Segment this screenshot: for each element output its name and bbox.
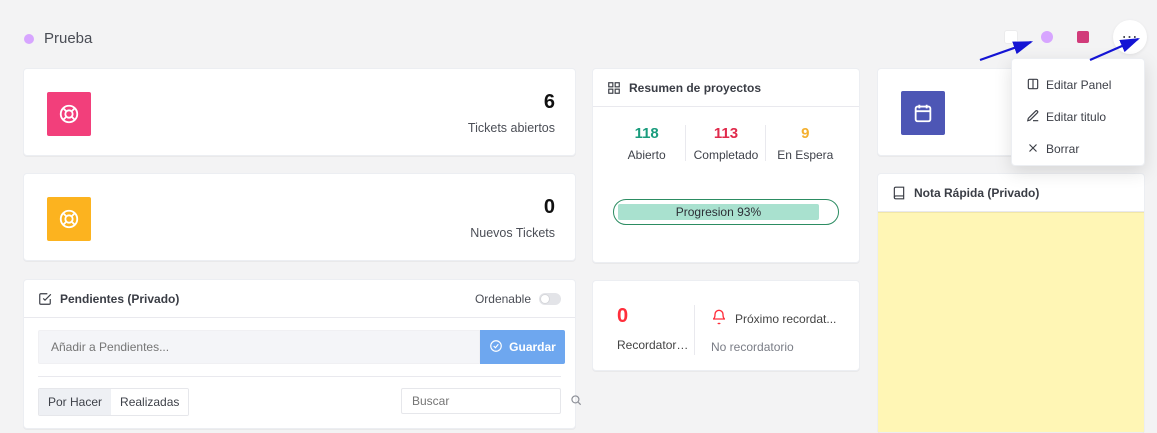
- white-square-button[interactable]: [1005, 31, 1017, 43]
- lifebuoy-icon: [59, 104, 79, 124]
- next-reminder-title: Próximo recordat...: [711, 309, 841, 328]
- stat-label: Tickets abiertos: [467, 121, 555, 135]
- dashboard-title: Prueba: [24, 30, 92, 47]
- metric-on-hold: 9 En Espera: [766, 125, 845, 162]
- metric-completed: 113 Completado: [686, 125, 766, 162]
- metric-value: 9: [801, 125, 810, 142]
- metric-open: 118 Abierto: [607, 125, 687, 162]
- stat-label: Nuevos Tickets: [470, 226, 555, 240]
- menu-item-label: Editar Panel: [1046, 78, 1112, 92]
- bell-icon: [711, 309, 727, 328]
- progress-fill: Progresion 93%: [618, 204, 819, 220]
- menu-item-editar-panel[interactable]: Editar Panel: [1012, 69, 1144, 101]
- sortable-label: Ordenable: [474, 291, 531, 306]
- edit-icon: [1026, 109, 1040, 126]
- pending-card: Pendientes (Privado) Ordenable Guardar P…: [23, 279, 582, 429]
- dashboard-title-text: Prueba: [44, 30, 93, 47]
- pending-input[interactable]: [38, 330, 480, 364]
- reminders-next-block: Próximo recordat... No recordatorio: [711, 309, 841, 354]
- reminders-divider: [694, 305, 695, 355]
- metric-label: En Espera: [777, 148, 834, 162]
- sortable-toggle[interactable]: [539, 292, 561, 305]
- quick-note-card: Nota Rápida (Privado): [877, 173, 1145, 433]
- metric-value: 113: [713, 125, 739, 142]
- calendar-icon-tile: [901, 91, 945, 135]
- menu-item-borrar[interactable]: Borrar: [1012, 133, 1144, 165]
- stat-value: 6: [543, 91, 555, 113]
- pending-search: [401, 388, 582, 414]
- more-icon: ⋯: [1121, 29, 1139, 46]
- grid-icon: [607, 81, 621, 95]
- metric-label: Completado: [693, 148, 759, 162]
- search-icon: [569, 393, 583, 410]
- more-options-button[interactable]: ⋯: [1113, 20, 1147, 54]
- tab-realizadas[interactable]: Realizadas: [111, 389, 189, 415]
- next-reminder-subtitle: No recordatorio: [711, 340, 794, 354]
- progress-label: Progresion 93%: [675, 205, 762, 219]
- pending-header: Pendientes (Privado) Ordenable: [24, 280, 575, 318]
- pending-tabs: Por Hacer Realizadas: [38, 388, 190, 416]
- menu-item-editar-titulo[interactable]: Editar titulo: [1012, 101, 1144, 133]
- reminders-count: 0: [617, 305, 629, 327]
- quick-note-header: Nota Rápida (Privado): [878, 174, 1144, 212]
- progress-bar: Progresion 93%: [613, 199, 839, 225]
- stat-icon-tile: [47, 197, 91, 241]
- save-button[interactable]: Guardar: [480, 330, 565, 364]
- panel-icon: [1026, 77, 1040, 94]
- quick-note-title: Nota Rápida (Privado): [914, 185, 1040, 200]
- stat-value: 0: [543, 196, 555, 218]
- metric-value: 118: [634, 125, 659, 142]
- next-reminder-title-text: Próximo recordat...: [735, 311, 837, 326]
- calendar-icon: [914, 104, 932, 123]
- lifebuoy-icon: [59, 209, 79, 229]
- projects-metrics: 118 Abierto 113 Completado 9 En Espera: [593, 107, 859, 162]
- check-circle-icon: [489, 339, 503, 356]
- metric-label: Abierto: [627, 148, 666, 162]
- checkbox-icon: [38, 292, 52, 306]
- reminders-card: 0 Recordatori... Próximo recordat... No …: [592, 280, 860, 371]
- top-bar: Prueba ⋯: [0, 0, 1157, 70]
- reminders-count-block: 0 Recordatori...: [617, 305, 689, 352]
- dashboard-page: Prueba ⋯ 6 Tickets abiertos 0 Nuevos Tic…: [0, 0, 1157, 433]
- projects-header: Resumen de proyectos: [593, 69, 859, 107]
- tab-por-hacer[interactable]: Por Hacer: [39, 389, 112, 415]
- reminders-label: Recordatori...: [617, 338, 689, 352]
- book-icon: [892, 186, 906, 200]
- stat-card-open-tickets: 6 Tickets abiertos: [23, 68, 576, 156]
- options-dropdown: Editar Panel Editar titulo Borrar: [1011, 58, 1145, 166]
- stat-icon-tile: [47, 92, 91, 136]
- pending-separator: [38, 376, 561, 377]
- projects-title: Resumen de proyectos: [629, 80, 762, 95]
- stat-card-new-tickets: 0 Nuevos Tickets: [23, 173, 576, 261]
- pending-title: Pendientes (Privado): [60, 291, 180, 306]
- quick-note-area[interactable]: [878, 212, 1144, 432]
- title-dot: [24, 33, 34, 44]
- purple-dot-button[interactable]: [1041, 31, 1053, 43]
- menu-item-label: Editar titulo: [1046, 110, 1107, 124]
- search-input[interactable]: [410, 393, 569, 409]
- save-label: Guardar: [509, 340, 556, 354]
- top-actions: ⋯: [1005, 20, 1147, 54]
- menu-item-label: Borrar: [1046, 142, 1080, 156]
- close-icon: [1026, 141, 1040, 158]
- pink-square-button[interactable]: [1077, 31, 1089, 43]
- projects-summary-card: Resumen de proyectos 118 Abierto 113 Com…: [592, 68, 860, 263]
